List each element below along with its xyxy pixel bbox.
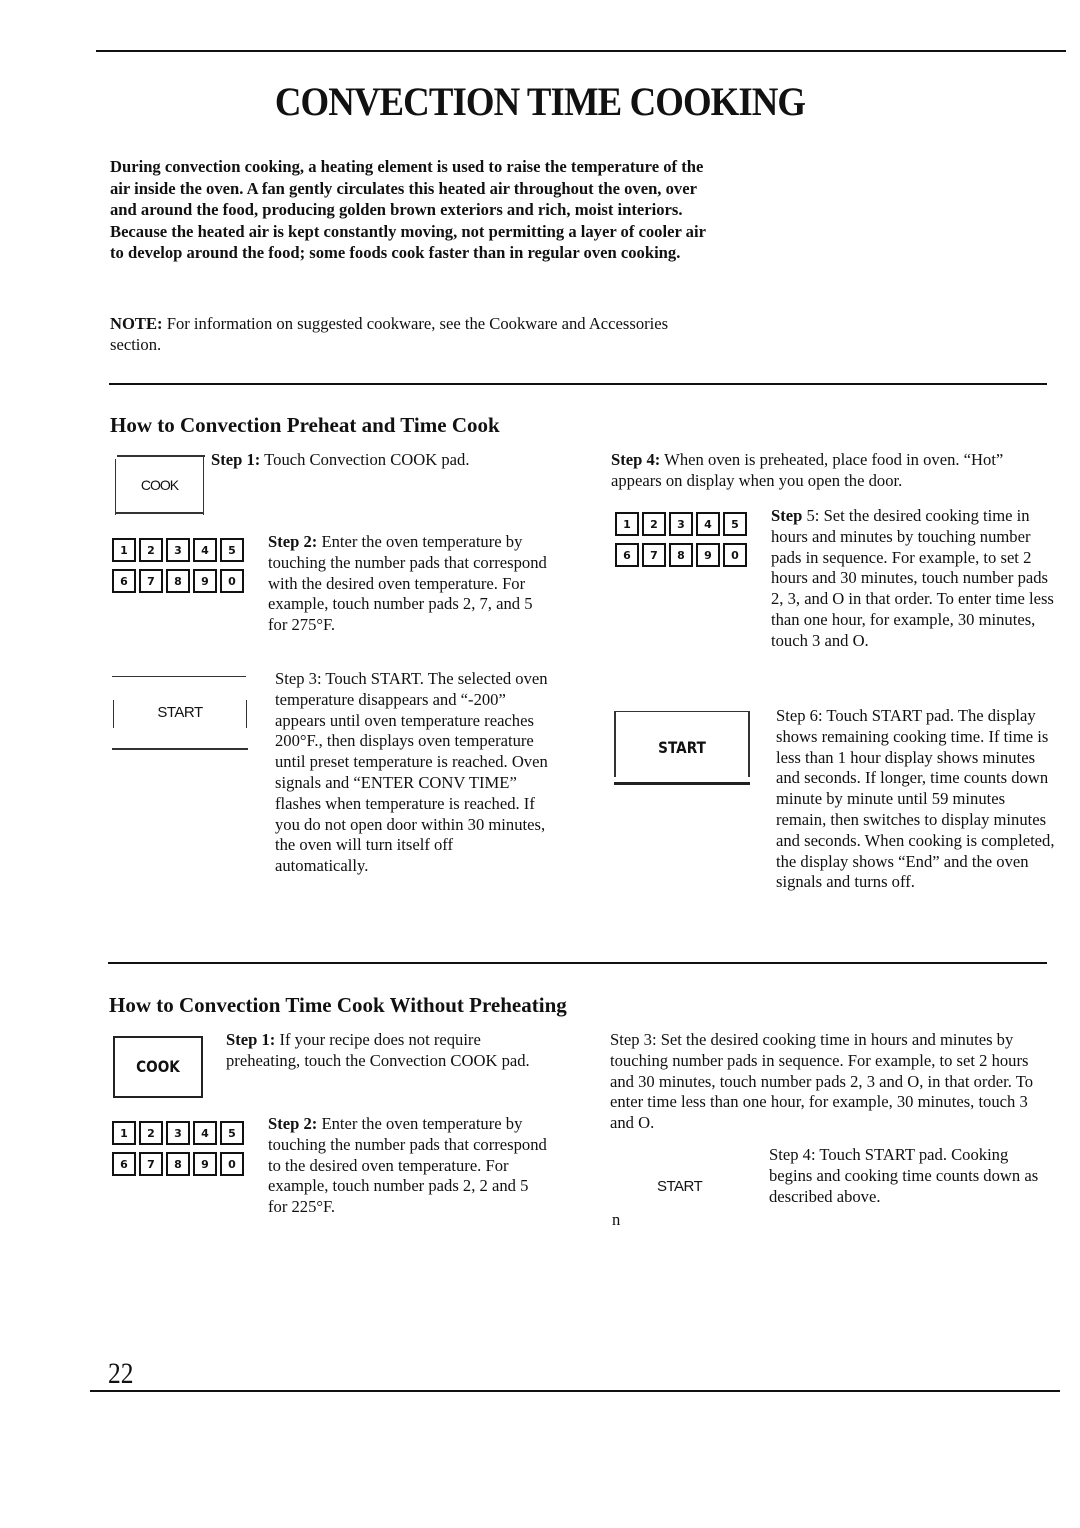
section1-number-keypad-2: 1 2 3 4 5 6 7 8 9 0	[615, 512, 747, 567]
step-label: Step 2:	[268, 532, 318, 551]
top-rule	[96, 50, 1066, 52]
note-label: NOTE:	[110, 314, 163, 333]
step-label: Step 4:	[611, 450, 661, 469]
step-text: When oven is preheated, place food in ov…	[611, 450, 1004, 490]
section2-step2: Step 2: Enter the oven temperature by to…	[268, 1114, 548, 1218]
number-pad-3[interactable]: 3	[166, 1121, 190, 1145]
number-pad-2[interactable]: 2	[642, 512, 666, 536]
number-pad-1[interactable]: 1	[112, 1121, 136, 1145]
number-pad-3[interactable]: 3	[166, 538, 190, 562]
number-pad-4[interactable]: 4	[193, 538, 217, 562]
section1-number-keypad: 1 2 3 4 5 6 7 8 9 0	[112, 538, 244, 593]
cook-pad-label: COOK	[140, 477, 179, 493]
section1-step4: Step 4: When oven is preheated, place fo…	[611, 450, 1051, 492]
step-label: Step 2:	[268, 1114, 318, 1133]
number-pad-0[interactable]: 0	[220, 1152, 244, 1176]
number-pad-5[interactable]: 5	[723, 512, 747, 536]
section2-step3: Step 3: Set the desired cooking time in …	[610, 1030, 1033, 1133]
number-pad-7[interactable]: 7	[139, 569, 163, 593]
section1-step5: Step 5: Set the desired cooking time in …	[771, 506, 1056, 652]
number-pad-5[interactable]: 5	[220, 1121, 244, 1145]
number-pad-8[interactable]: 8	[166, 1152, 190, 1176]
number-pad-0[interactable]: 0	[723, 543, 747, 567]
number-pad-2[interactable]: 2	[139, 538, 163, 562]
intro-paragraph: During convection cooking, a heating ele…	[110, 157, 706, 262]
number-pad-7[interactable]: 7	[642, 543, 666, 567]
number-pad-0[interactable]: 0	[220, 569, 244, 593]
section1-step1: Step 1: Touch Convection COOK pad.	[211, 450, 551, 471]
number-pad-3[interactable]: 3	[669, 512, 693, 536]
page-title: CONVECTION TIME COOKING	[274, 79, 806, 124]
number-pad-1[interactable]: 1	[615, 512, 639, 536]
number-pad-9[interactable]: 9	[696, 543, 720, 567]
step-text: 5: Set the desired cooking time in hours…	[771, 506, 1054, 650]
note-text: For information on suggested cookware, s…	[110, 314, 669, 354]
step-label: Step 1:	[226, 1030, 276, 1049]
step-label: Step 1:	[211, 450, 261, 469]
number-pad-4[interactable]: 4	[193, 1121, 217, 1145]
number-pad-4[interactable]: 4	[696, 512, 720, 536]
start-pad-label: START	[658, 738, 706, 757]
number-pad-1[interactable]: 1	[112, 538, 136, 562]
section1-heading: How to Convection Preheat and Time Cook	[110, 413, 500, 437]
number-pad-9[interactable]: 9	[193, 569, 217, 593]
section2-number-keypad: 1 2 3 4 5 6 7 8 9 0	[112, 1121, 244, 1176]
number-pad-2[interactable]: 2	[139, 1121, 163, 1145]
section1-start-pad-2[interactable]: START	[614, 711, 750, 785]
number-pad-5[interactable]: 5	[220, 538, 244, 562]
note-paragraph: NOTE: For information on suggested cookw…	[110, 313, 710, 355]
step-label: Step	[771, 506, 803, 525]
number-pad-6[interactable]: 6	[112, 1152, 136, 1176]
section1-start-pad[interactable]: START	[112, 676, 248, 750]
section2-start-pad[interactable]: START	[657, 1178, 703, 1195]
section1-step6: Step 6: Touch START pad. The display sho…	[776, 706, 1055, 892]
section2-step1: Step 1: If your recipe does not require …	[226, 1030, 546, 1072]
start-pad-label: START	[157, 704, 203, 721]
cook-pad-label: COOK	[136, 1057, 180, 1076]
number-pad-9[interactable]: 9	[193, 1152, 217, 1176]
section1-step3: Step 3: Touch START. The selected oven t…	[275, 669, 548, 876]
section2-heading: How to Convection Time Cook Without Preh…	[109, 993, 567, 1017]
step-text: Touch Convection COOK pad.	[260, 450, 470, 469]
number-pad-7[interactable]: 7	[139, 1152, 163, 1176]
number-pad-8[interactable]: 8	[669, 543, 693, 567]
number-pad-6[interactable]: 6	[615, 543, 639, 567]
section-rule-2	[108, 962, 1047, 964]
section2-step4: Step 4: Touch START pad. Cooking begins …	[769, 1145, 1039, 1206]
section1-cook-pad[interactable]: COOK	[115, 455, 205, 515]
section1-step2: Step 2: Enter the oven temperature by to…	[268, 532, 548, 636]
number-pad-8[interactable]: 8	[166, 569, 190, 593]
number-pad-6[interactable]: 6	[112, 569, 136, 593]
section2-stray-char: n	[612, 1210, 621, 1229]
section-rule-1	[109, 383, 1047, 385]
bottom-rule	[90, 1390, 1060, 1392]
section2-cook-pad[interactable]: COOK	[113, 1036, 203, 1098]
page-number: 22	[108, 1357, 134, 1390]
